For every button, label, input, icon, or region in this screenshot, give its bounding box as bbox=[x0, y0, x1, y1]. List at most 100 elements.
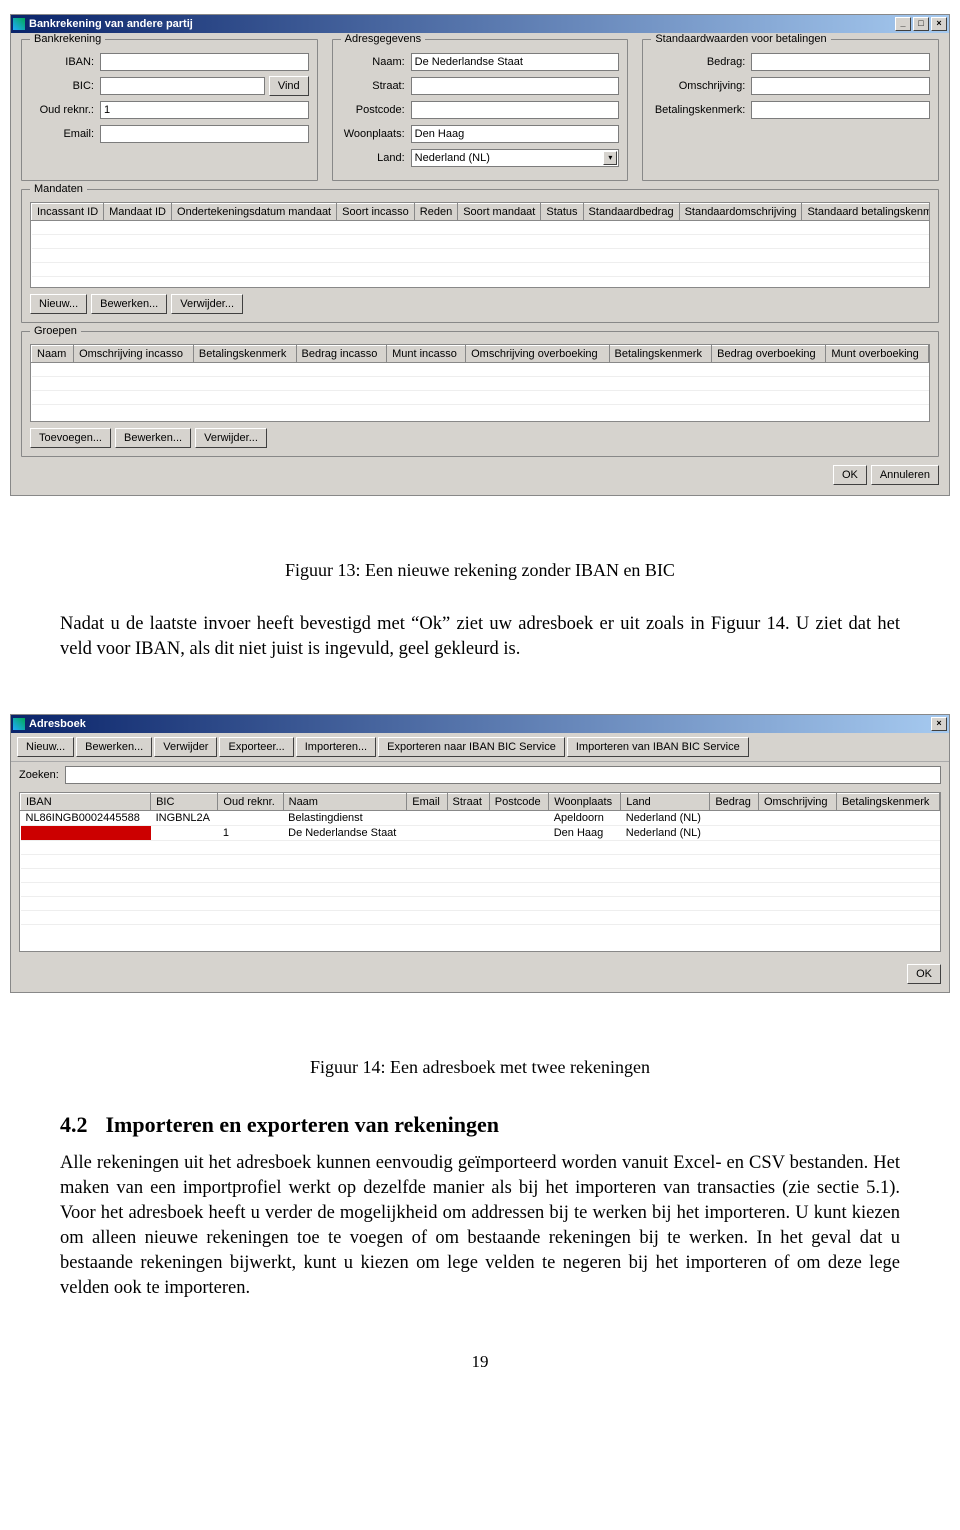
column-header[interactable]: Land bbox=[621, 794, 710, 811]
column-header[interactable]: Incassant ID bbox=[32, 204, 104, 221]
column-header[interactable]: Reden bbox=[414, 204, 457, 221]
iban-input[interactable] bbox=[100, 53, 309, 71]
land-label: Land: bbox=[341, 152, 411, 164]
group-standaard: Standaardwaarden voor betalingen Bedrag:… bbox=[642, 39, 939, 181]
column-header[interactable]: Omschrijving bbox=[758, 794, 836, 811]
postcode-input[interactable] bbox=[411, 101, 620, 119]
column-header[interactable]: Mandaat ID bbox=[104, 204, 172, 221]
table-cell bbox=[151, 826, 218, 841]
toolbar-button[interactable]: Importeren... bbox=[296, 737, 376, 757]
verwijder-button[interactable]: Verwijder... bbox=[195, 428, 267, 448]
column-header[interactable]: Munt incasso bbox=[387, 346, 466, 363]
bewerken-button[interactable]: Bewerken... bbox=[91, 294, 167, 314]
close-icon[interactable]: × bbox=[931, 17, 947, 31]
app-icon bbox=[13, 18, 25, 30]
bedrag-input[interactable] bbox=[751, 53, 930, 71]
minimize-icon[interactable]: _ bbox=[895, 17, 911, 31]
app-icon bbox=[13, 718, 25, 730]
column-header[interactable]: Woonplaats bbox=[549, 794, 621, 811]
close-icon[interactable]: × bbox=[931, 717, 947, 731]
table-row[interactable]: 1De Nederlandse StaatDen HaagNederland (… bbox=[21, 826, 940, 841]
column-header[interactable]: Straat bbox=[447, 794, 489, 811]
oudreknr-label: Oud reknr.: bbox=[30, 104, 100, 116]
bewerken-button[interactable]: Bewerken... bbox=[115, 428, 191, 448]
column-header[interactable]: Betalingskenmerk bbox=[836, 794, 939, 811]
naam-input[interactable] bbox=[411, 53, 620, 71]
groepen-table[interactable]: NaamOmschrijving incassoBetalingskenmerk… bbox=[31, 345, 929, 405]
omschrijving-input[interactable] bbox=[751, 77, 930, 95]
column-header[interactable]: Omschrijving overboeking bbox=[466, 346, 609, 363]
section-title: Importeren en exporteren van rekeningen bbox=[106, 1112, 500, 1137]
group-title: Standaardwaarden voor betalingen bbox=[651, 33, 830, 45]
toolbar-button[interactable]: Verwijder bbox=[154, 737, 217, 757]
column-header[interactable]: Status bbox=[541, 204, 583, 221]
table-row bbox=[21, 883, 940, 897]
column-header[interactable]: Soort incasso bbox=[337, 204, 415, 221]
column-header[interactable]: Standaardbedrag bbox=[583, 204, 679, 221]
email-label: Email: bbox=[30, 128, 100, 140]
land-select[interactable]: Nederland (NL) ▾ bbox=[411, 149, 620, 167]
column-header[interactable]: Standaard betalingskenmerk bbox=[802, 204, 930, 221]
column-header[interactable]: Naam bbox=[283, 794, 407, 811]
toolbar-button[interactable]: Exporteer... bbox=[219, 737, 293, 757]
column-header[interactable]: Bedrag bbox=[710, 794, 759, 811]
group-adres: Adresgegevens Naam: Straat: Postcode: Wo… bbox=[332, 39, 629, 181]
table-row bbox=[32, 249, 931, 263]
table-cell bbox=[21, 826, 151, 841]
table-cell: Den Haag bbox=[549, 826, 621, 841]
column-header[interactable]: Betalingskenmerk bbox=[609, 346, 712, 363]
column-header[interactable]: Ondertekeningsdatum mandaat bbox=[172, 204, 337, 221]
woonplaats-label: Woonplaats: bbox=[341, 128, 411, 140]
table-row[interactable]: NL86INGB0002445588INGBNL2ABelastingdiens… bbox=[21, 811, 940, 826]
maximize-icon[interactable]: □ bbox=[913, 17, 929, 31]
column-header[interactable]: Betalingskenmerk bbox=[193, 346, 296, 363]
straat-input[interactable] bbox=[411, 77, 620, 95]
column-header[interactable]: Omschrijving incasso bbox=[74, 346, 194, 363]
column-header[interactable]: BIC bbox=[151, 794, 218, 811]
column-header[interactable]: Munt overboeking bbox=[826, 346, 929, 363]
table-row bbox=[32, 363, 929, 377]
oudreknr-input[interactable] bbox=[100, 101, 309, 119]
ok-button[interactable]: OK bbox=[833, 465, 867, 485]
toolbar-button[interactable]: Nieuw... bbox=[17, 737, 74, 757]
toevoegen-button[interactable]: Toevoegen... bbox=[30, 428, 111, 448]
table-cell bbox=[836, 826, 939, 841]
mandaten-table[interactable]: Incassant IDMandaat IDOndertekeningsdatu… bbox=[31, 203, 930, 277]
column-header[interactable]: Standaardomschrijving bbox=[679, 204, 802, 221]
column-header[interactable]: Naam bbox=[32, 346, 74, 363]
column-header[interactable]: Soort mandaat bbox=[458, 204, 541, 221]
ok-button[interactable]: OK bbox=[907, 964, 941, 984]
table-row bbox=[21, 911, 940, 925]
woonplaats-input[interactable] bbox=[411, 125, 620, 143]
bic-input[interactable] bbox=[100, 77, 265, 95]
titlebar: Adresboek × bbox=[11, 715, 949, 733]
vind-button[interactable]: Vind bbox=[269, 76, 309, 96]
betkenm-input[interactable] bbox=[751, 101, 930, 119]
toolbar-button[interactable]: Importeren van IBAN BIC Service bbox=[567, 737, 749, 757]
column-header[interactable]: Postcode bbox=[489, 794, 548, 811]
table-cell bbox=[489, 811, 548, 826]
column-header[interactable]: IBAN bbox=[21, 794, 151, 811]
table-cell bbox=[758, 826, 836, 841]
group-title: Bankrekening bbox=[30, 33, 105, 45]
annuleren-button[interactable]: Annuleren bbox=[871, 465, 939, 485]
paragraph: Nadat u de laatste invoer heeft bevestig… bbox=[60, 612, 900, 662]
figure14-caption: Figuur 14: Een adresboek met twee rekeni… bbox=[60, 1055, 900, 1079]
column-header[interactable]: Bedrag overboeking bbox=[712, 346, 826, 363]
zoeken-input[interactable] bbox=[65, 766, 941, 784]
table-row bbox=[32, 263, 931, 277]
column-header[interactable]: Bedrag incasso bbox=[296, 346, 387, 363]
toolbar-button[interactable]: Exporteren naar IBAN BIC Service bbox=[378, 737, 565, 757]
window-title: Bankrekening van andere partij bbox=[29, 18, 193, 30]
table-row bbox=[21, 869, 940, 883]
column-header[interactable]: Oud reknr. bbox=[218, 794, 283, 811]
column-header[interactable]: Email bbox=[407, 794, 447, 811]
email-input[interactable] bbox=[100, 125, 309, 143]
adresboek-table[interactable]: IBANBICOud reknr.NaamEmailStraatPostcode… bbox=[20, 793, 940, 925]
verwijder-button[interactable]: Verwijder... bbox=[171, 294, 243, 314]
table-row bbox=[21, 855, 940, 869]
naam-label: Naam: bbox=[341, 56, 411, 68]
nieuw-button[interactable]: Nieuw... bbox=[30, 294, 87, 314]
toolbar-button[interactable]: Bewerken... bbox=[76, 737, 152, 757]
zoeken-label: Zoeken: bbox=[19, 769, 59, 781]
